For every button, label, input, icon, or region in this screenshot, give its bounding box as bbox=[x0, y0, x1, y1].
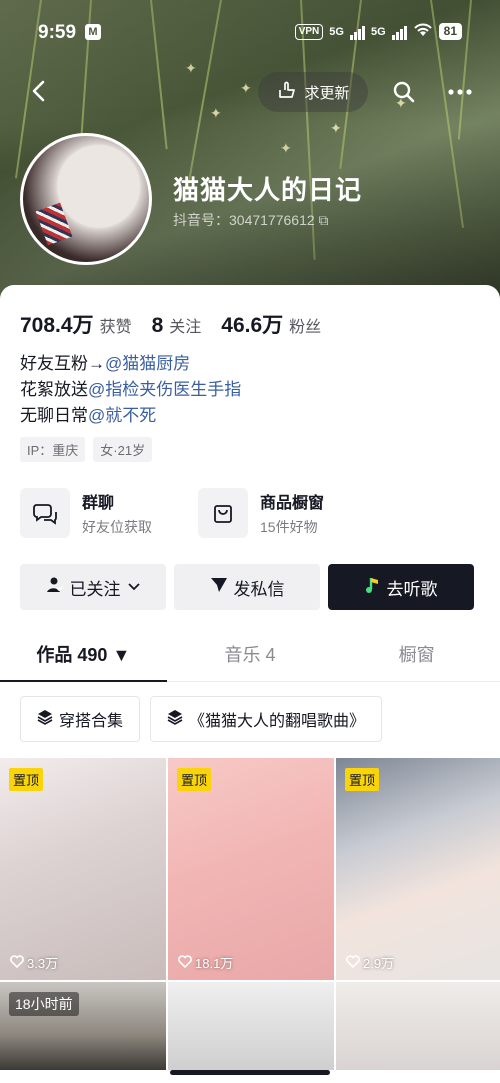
bio-text: 好友互粉→ bbox=[20, 354, 105, 373]
video-thumbnail[interactable]: 18小时前 bbox=[0, 982, 166, 1070]
douyin-id[interactable]: 抖音号：30471776612 ⧉ bbox=[173, 210, 329, 230]
stat-label: 获赞 bbox=[99, 319, 132, 336]
collection-chip[interactable]: 穿搭合集 bbox=[20, 696, 141, 742]
vpn-icon: VPN bbox=[294, 23, 324, 40]
signal-icon-2 bbox=[391, 24, 407, 40]
stats-row: 708.4万 获赞 8 关注 46.6万 粉丝 bbox=[20, 309, 321, 339]
send-message-button[interactable]: 发私信 bbox=[174, 564, 320, 610]
tab-works[interactable]: 作品 490 ▼ bbox=[0, 630, 167, 682]
tab-showcase[interactable]: 橱窗 bbox=[333, 630, 500, 681]
like-count: 2.9万 bbox=[346, 953, 394, 972]
request-update-button[interactable]: 求更新 bbox=[258, 72, 368, 112]
like-count-text: 2.9万 bbox=[363, 956, 395, 971]
stat-label: 关注 bbox=[169, 319, 202, 336]
paper-plane-icon bbox=[210, 577, 228, 598]
mention-link[interactable]: @指检夹伤医生手指 bbox=[88, 380, 241, 399]
collection-chip[interactable]: 《猫猫大人的翻唱歌曲》 bbox=[150, 696, 383, 742]
stat-value: 8 bbox=[151, 314, 164, 337]
like-count-text: 3.3万 bbox=[27, 956, 59, 971]
mention-link[interactable]: @猫猫厨房 bbox=[105, 354, 190, 373]
heart-icon bbox=[10, 954, 24, 971]
stack-icon bbox=[167, 709, 183, 730]
collection-label: 穿搭合集 bbox=[59, 713, 124, 730]
music-note-icon bbox=[365, 576, 381, 599]
signal-icon bbox=[349, 24, 365, 40]
group-chat-entry[interactable]: 群聊 好友位获取 bbox=[20, 488, 152, 538]
video-thumbnail[interactable] bbox=[168, 982, 334, 1070]
bio-line: 无聊日常@就不死 bbox=[20, 403, 241, 429]
feature-title: 群聊 bbox=[82, 495, 115, 512]
listen-music-button[interactable]: 去听歌 bbox=[328, 564, 474, 610]
request-update-label: 求更新 bbox=[304, 84, 350, 102]
more-icon[interactable] bbox=[440, 72, 480, 112]
like-count: 3.3万 bbox=[10, 953, 58, 972]
shopping-bag-icon bbox=[198, 488, 248, 538]
top-bar: 求更新 bbox=[0, 72, 500, 112]
mail-notification-icon: M bbox=[85, 24, 101, 40]
status-time: 9:59 bbox=[38, 22, 77, 43]
status-bar: 9:59 M VPN 5G 5G 81 bbox=[0, 0, 500, 62]
shop-window-entry[interactable]: 商品橱窗 15件好物 bbox=[198, 488, 324, 538]
bio-line: 花絮放送@指检夹伤医生手指 bbox=[20, 377, 241, 403]
ip-tag: IP：重庆 bbox=[20, 437, 86, 462]
followed-button[interactable]: 已关注 bbox=[20, 564, 166, 610]
profile-card: 708.4万 获赞 8 关注 46.6万 粉丝 好友互粉→@猫猫厨房 花絮放送@… bbox=[0, 285, 500, 1083]
search-icon[interactable] bbox=[384, 72, 424, 112]
collection-label: 《猫猫大人的翻唱歌曲》 bbox=[189, 713, 366, 730]
stat-value: 46.6万 bbox=[221, 314, 284, 337]
stat-value: 708.4万 bbox=[20, 314, 94, 337]
followed-label: 已关注 bbox=[69, 579, 121, 599]
pinned-badge: 置顶 bbox=[177, 768, 212, 791]
pinned-badge: 置顶 bbox=[345, 768, 380, 791]
action-buttons: 已关注 发私信 去听歌 bbox=[20, 564, 474, 610]
video-thumbnail[interactable]: 置顶 18.1万 bbox=[168, 758, 334, 980]
mention-link[interactable]: @就不死 bbox=[88, 406, 156, 425]
profile-name: 猫猫大人的日记 bbox=[173, 175, 363, 205]
gender-age-tag: 女·21岁 bbox=[93, 437, 153, 462]
like-count: 18.1万 bbox=[178, 953, 233, 972]
home-indicator bbox=[170, 1070, 330, 1075]
video-grid: 置顶 3.3万 置顶 18.1万 置顶 2.9万 18小时前 bbox=[0, 758, 500, 1070]
user-check-icon bbox=[46, 576, 64, 599]
chat-bubble-icon bbox=[20, 488, 70, 538]
bio-text: 花絮放送 bbox=[20, 380, 88, 399]
listen-music-label: 去听歌 bbox=[386, 579, 438, 599]
video-thumbnail[interactable]: 置顶 2.9万 bbox=[336, 758, 500, 980]
network-label-1: 5G bbox=[329, 25, 344, 38]
video-thumbnail[interactable] bbox=[336, 982, 500, 1070]
send-message-label: 发私信 bbox=[233, 579, 285, 599]
douyin-id-text: 抖音号：30471776612 bbox=[173, 212, 315, 228]
stat-label: 粉丝 bbox=[289, 319, 322, 336]
bio: 好友互粉→@猫猫厨房 花絮放送@指检夹伤医生手指 无聊日常@就不死 bbox=[20, 351, 241, 429]
like-count-text: 18.1万 bbox=[195, 956, 234, 971]
heart-icon bbox=[178, 954, 192, 971]
bio-line: 好友互粉→@猫猫厨房 bbox=[20, 351, 241, 377]
collections-row: 穿搭合集 《猫猫大人的翻唱歌曲》 bbox=[20, 696, 383, 742]
feature-subtitle: 15件好物 bbox=[260, 519, 318, 535]
stack-icon bbox=[37, 709, 53, 730]
feature-subtitle: 好友位获取 bbox=[82, 519, 152, 535]
back-icon[interactable] bbox=[26, 76, 56, 106]
stat-followers[interactable]: 46.6万 粉丝 bbox=[221, 309, 321, 339]
battery-icon: 81 bbox=[438, 23, 462, 40]
video-thumbnail[interactable]: 置顶 3.3万 bbox=[0, 758, 166, 980]
stat-following[interactable]: 8 关注 bbox=[152, 313, 202, 338]
avatar[interactable] bbox=[20, 133, 152, 265]
tab-music[interactable]: 音乐 4 bbox=[167, 630, 334, 681]
wifi-icon bbox=[413, 22, 433, 41]
network-label-2: 5G bbox=[370, 25, 386, 38]
profile-tags: IP：重庆 女·21岁 bbox=[20, 437, 153, 462]
content-tabs: 作品 490 ▼ 音乐 4 橱窗 bbox=[0, 630, 500, 682]
stat-likes: 708.4万 获赞 bbox=[20, 309, 132, 339]
bio-text: 无聊日常 bbox=[20, 406, 88, 425]
time-badge: 18小时前 bbox=[9, 992, 79, 1016]
heart-icon bbox=[346, 954, 360, 971]
copy-icon[interactable]: ⧉ bbox=[319, 212, 329, 228]
pinned-badge: 置顶 bbox=[9, 768, 44, 791]
hand-pointer-icon bbox=[276, 79, 298, 105]
feature-title: 商品橱窗 bbox=[260, 495, 325, 512]
chevron-down-icon bbox=[127, 577, 141, 597]
